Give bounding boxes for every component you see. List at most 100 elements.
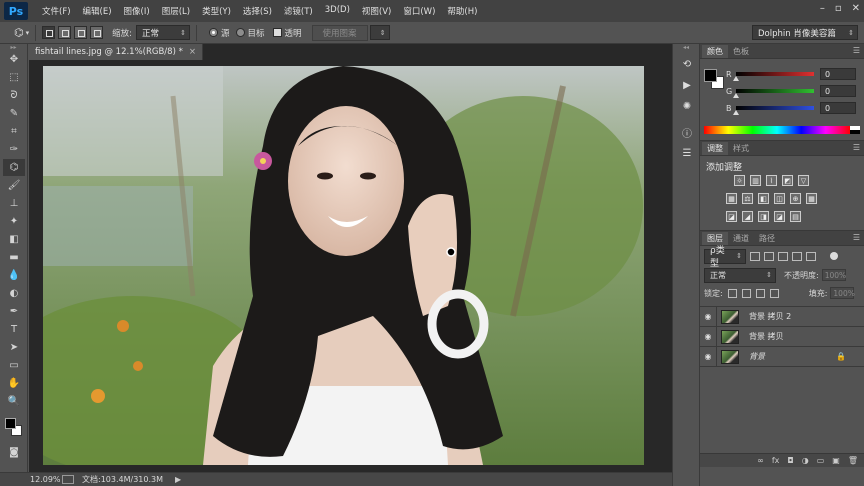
dodge-tool-icon[interactable]: ◐ — [3, 285, 25, 302]
status-info-icon[interactable] — [62, 475, 74, 484]
balance-icon[interactable]: ⚖ — [742, 193, 753, 204]
slider-thumb[interactable] — [733, 110, 739, 115]
chevron-down-icon[interactable]: ▾ — [26, 29, 30, 37]
menu-item[interactable]: 文件(F) — [36, 5, 77, 17]
bw-icon[interactable]: ◧ — [758, 193, 769, 204]
slider-thumb[interactable] — [733, 93, 739, 98]
filter-type-icon[interactable] — [778, 251, 788, 261]
type-tool-icon[interactable]: T — [3, 321, 25, 338]
properties-icon[interactable]: ☰ — [677, 144, 697, 162]
link-layers-icon[interactable]: ∞ — [757, 456, 764, 465]
new-selection-button[interactable] — [42, 26, 56, 39]
canvas-frame[interactable] — [29, 60, 672, 472]
source-radio[interactable] — [209, 28, 218, 37]
posterize-icon[interactable]: ◢ — [742, 211, 753, 222]
menu-item[interactable]: 类型(Y) — [196, 5, 237, 17]
tab-color[interactable]: 颜色 — [702, 44, 728, 58]
layer-thumbnail[interactable] — [721, 349, 739, 364]
visibility-eye-icon[interactable]: ◉ — [700, 332, 716, 341]
filter-toggle[interactable] — [830, 252, 838, 260]
transparent-checkbox[interactable] — [272, 28, 282, 37]
hue-icon[interactable]: ▦ — [726, 193, 737, 204]
color-spectrum-bar[interactable] — [704, 126, 850, 134]
brightness-icon[interactable]: ☼ — [734, 175, 745, 186]
eraser-tool-icon[interactable]: ◧ — [3, 231, 25, 248]
filter-shape-icon[interactable] — [792, 251, 802, 261]
gradient-map-icon[interactable]: ▤ — [790, 211, 801, 222]
maximize-button[interactable]: ▫ — [835, 3, 842, 14]
menu-item[interactable]: 窗口(W) — [397, 5, 441, 17]
menu-item[interactable]: 滤镜(T) — [278, 5, 319, 17]
slider-value-field[interactable]: 0 — [820, 102, 856, 114]
fill-field[interactable]: 100% — [830, 287, 855, 299]
move-tool-icon[interactable]: ✥ — [3, 51, 25, 68]
pattern-dropdown[interactable] — [369, 25, 390, 40]
slider-value-field[interactable]: 0 — [820, 85, 856, 97]
slider-value-field[interactable]: 0 — [820, 68, 856, 80]
lock-all-icon[interactable] — [769, 288, 779, 298]
pen-tool-icon[interactable]: ✒ — [3, 303, 25, 320]
close-button[interactable]: ✕ — [852, 3, 860, 14]
history-icon[interactable]: ⟲ — [677, 55, 697, 73]
slider-track[interactable] — [733, 106, 814, 115]
panel-menu-icon[interactable]: ☰ — [853, 46, 860, 55]
lock-position-icon[interactable] — [755, 288, 765, 298]
brush-preset-icon[interactable]: ⌬ — [14, 26, 24, 39]
subtract-selection-button[interactable] — [74, 26, 88, 39]
menu-item[interactable]: 图像(I) — [118, 5, 156, 17]
tab-styles[interactable]: 样式 — [728, 142, 754, 155]
close-document-icon[interactable]: × — [189, 47, 196, 57]
photo-filter-icon[interactable]: ◫ — [774, 193, 785, 204]
menu-item[interactable]: 3D(D) — [319, 5, 356, 17]
brush-presets-icon[interactable]: ✺ — [677, 97, 697, 115]
layer-row[interactable]: ◉ 背景 拷贝 — [700, 326, 864, 347]
add-mask-icon[interactable]: ◘ — [787, 456, 793, 465]
zoom-level[interactable]: 12.09% — [30, 475, 61, 484]
tab-adjustments[interactable]: 调整 — [702, 141, 728, 155]
zoom-tool-icon[interactable]: 🔍 — [3, 393, 25, 410]
selective-color-icon[interactable]: ◪ — [774, 211, 785, 222]
foreground-color-swatch[interactable] — [5, 418, 16, 429]
add-layer-style-icon[interactable]: fx — [772, 456, 780, 465]
black-white-swatch[interactable] — [850, 126, 860, 134]
new-group-icon[interactable]: ▭ — [817, 456, 825, 465]
delete-layer-icon[interactable]: 🗑 — [848, 456, 858, 465]
layer-name[interactable]: 背景 拷贝 2 — [749, 311, 791, 322]
clone-stamp-tool-icon[interactable]: ⊥ — [3, 195, 25, 212]
blend-mode-dropdown[interactable]: 正常 — [704, 267, 776, 283]
slider-track[interactable] — [733, 72, 814, 81]
slider-track[interactable] — [733, 89, 814, 98]
menu-item[interactable]: 编辑(E) — [77, 5, 118, 17]
marquee-tool-icon[interactable]: ⬚ — [3, 69, 25, 86]
filter-pixel-icon[interactable] — [750, 251, 760, 261]
levels-icon[interactable]: ▥ — [750, 175, 761, 186]
layer-row[interactable]: ◉ 背景 🔒 — [700, 346, 864, 367]
layer-name[interactable]: 背景 拷贝 — [749, 331, 784, 342]
actions-icon[interactable]: ▶ — [677, 76, 697, 94]
opacity-field[interactable]: 100% — [821, 269, 846, 281]
hand-tool-icon[interactable]: ✋ — [3, 375, 25, 392]
exposure-icon[interactable]: ◩ — [782, 175, 793, 186]
threshold-icon[interactable]: ◨ — [758, 211, 769, 222]
vibrance-icon[interactable]: ▽ — [798, 175, 809, 186]
filter-smart-object-icon[interactable] — [806, 251, 816, 261]
layer-kind-dropdown[interactable]: ρ类型 — [704, 246, 746, 269]
visibility-eye-icon[interactable]: ◉ — [700, 352, 716, 361]
rectangle-tool-icon[interactable]: ▭ — [3, 357, 25, 374]
lasso-tool-icon[interactable]: ᘐ — [3, 87, 25, 104]
history-brush-tool-icon[interactable]: ✦ — [3, 213, 25, 230]
foreground-color-swatch[interactable] — [704, 69, 717, 82]
tab-channels[interactable]: 通道 — [728, 232, 754, 245]
visibility-eye-icon[interactable]: ◉ — [700, 312, 716, 321]
menu-item[interactable]: 图层(L) — [156, 5, 196, 17]
path-select-tool-icon[interactable]: ➤ — [3, 339, 25, 356]
invert-icon[interactable]: ◪ — [726, 211, 737, 222]
patch-tool-icon[interactable]: ⌬ — [3, 159, 25, 176]
tab-swatches[interactable]: 色板 — [728, 45, 754, 58]
foreground-background-colors[interactable] — [3, 416, 25, 440]
layer-thumbnail[interactable] — [721, 329, 739, 344]
tab-paths[interactable]: 路径 — [754, 232, 780, 245]
canvas-image[interactable] — [43, 66, 644, 465]
info-icon[interactable]: ⓘ — [677, 123, 697, 141]
minimize-button[interactable]: – — [820, 3, 825, 14]
